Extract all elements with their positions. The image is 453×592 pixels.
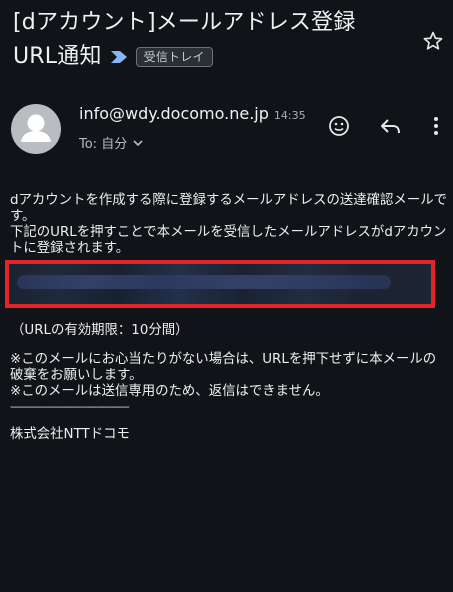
sender-line[interactable]: info@wdy.docomo.ne.jp 14:35 [79, 104, 306, 123]
sender-avatar[interactable] [11, 104, 61, 154]
email-body: dアカウントを作成する際に登録するメールアドレスの送達確認メールです。 下記のU… [10, 193, 448, 257]
avatar-person-icon [21, 114, 51, 142]
note-1: ※このメールにお心当たりがない場合は、URLを押下せずに本メールの破棄をお願いし… [10, 352, 437, 383]
company-signature: 株式会社NTTドコモ [10, 427, 130, 442]
subject-line-2-text: URL通知 [13, 44, 102, 69]
star-icon[interactable] [422, 30, 444, 52]
sent-time: 14:35 [273, 109, 306, 122]
inbox-label-chip[interactable]: 受信トレイ [135, 47, 213, 67]
divider-dashes: ---------------------------------------- [10, 400, 130, 413]
email-subject: [dアカウント]メールアドレス登録 URL通知 受信トレイ [13, 6, 413, 74]
body-paragraph-2: 下記のURLを押すことで本メールを受信したメールアドレスがdアカウントに登録され… [10, 225, 447, 256]
sender-email: info@wdy.docomo.ne.jp [79, 104, 269, 123]
url-validity-note: （URLの有効期限：10分間） [11, 323, 189, 338]
blurred-url [17, 275, 391, 289]
emoji-icon[interactable] [327, 114, 351, 138]
note-2: ※このメールは送信専用のため、返信はできません。 [10, 384, 329, 399]
email-notes: ※このメールにお心当たりがない場合は、URLを押下せずに本メールの破棄をお願いし… [10, 352, 448, 400]
reply-icon[interactable] [379, 114, 403, 138]
subject-line-2: URL通知 受信トレイ [13, 40, 413, 74]
more-vert-icon[interactable] [424, 114, 448, 138]
chevron-down-icon [133, 139, 143, 146]
redacted-url-link[interactable] [5, 260, 435, 308]
label-arrow-icon [110, 51, 127, 63]
body-paragraph-1: dアカウントを作成する際に登録するメールアドレスの送達確認メールです。 [10, 193, 447, 224]
recipient-toggle[interactable]: To: 自分 [79, 133, 144, 152]
recipient-label: To: 自分 [79, 137, 128, 152]
subject-line-1: [dアカウント]メールアドレス登録 [13, 10, 356, 35]
